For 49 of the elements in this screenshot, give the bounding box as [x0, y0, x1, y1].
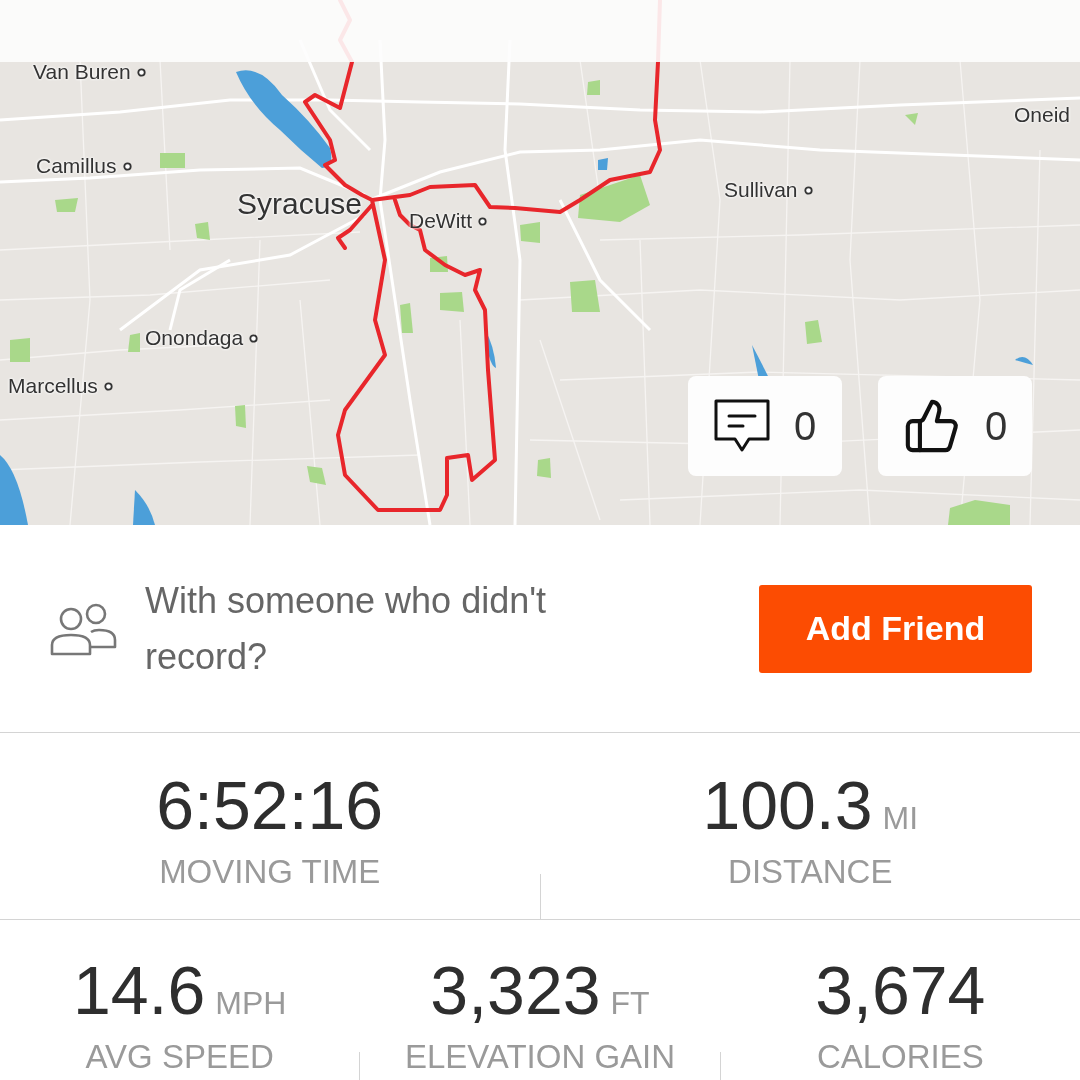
place-label: Camillus — [36, 153, 117, 179]
place-label: DeWitt — [409, 208, 472, 234]
lake-area — [1015, 357, 1033, 365]
park-area — [55, 198, 78, 212]
stat-value: 6:52:16 — [156, 771, 384, 839]
place-label: Van Buren — [33, 59, 131, 85]
lake-area — [133, 490, 155, 525]
stat-label: ELEVATION GAIN — [404, 1040, 676, 1074]
comments-button[interactable]: 0 — [688, 376, 842, 476]
place-label: Oneid — [1014, 102, 1071, 128]
comment-icon — [713, 399, 770, 453]
place-label: Onondaga — [145, 325, 244, 351]
lake-area — [598, 158, 608, 170]
place-label: Syracuse — [237, 186, 363, 222]
stat-label: CALORIES — [816, 1040, 984, 1074]
park-area — [400, 303, 413, 333]
kudos-button[interactable]: 0 — [878, 376, 1032, 476]
reaction-count: 0 — [793, 406, 817, 446]
park-area — [195, 222, 210, 240]
park-area — [905, 113, 918, 125]
stat-value: 3,674 — [815, 956, 986, 1024]
lake-area — [0, 455, 28, 525]
park-area — [160, 153, 185, 168]
place-label: Sullivan — [724, 177, 798, 203]
park-area — [440, 292, 464, 312]
park-area — [520, 222, 540, 243]
park-area — [10, 338, 30, 362]
stat-label: MOVING TIME — [159, 855, 381, 889]
stat-unit: MPH — [215, 987, 287, 1019]
people-icon — [50, 601, 117, 656]
stat-value: 14.6 — [72, 956, 206, 1024]
stat-value: 3,323 — [430, 956, 601, 1024]
park-area — [235, 405, 246, 428]
park-area — [307, 466, 326, 485]
park-area — [587, 80, 600, 95]
place-label: Marcellus — [8, 373, 98, 399]
park-area — [537, 458, 551, 478]
park-area — [578, 175, 650, 222]
reaction-count: 0 — [984, 406, 1008, 446]
park-area — [570, 280, 600, 312]
stat-label: AVG SPEED — [85, 1040, 274, 1074]
park-area — [948, 500, 1010, 525]
stat-unit: MI — [882, 802, 919, 834]
park-area — [128, 333, 140, 352]
invite-text: With someone who didn't record? — [145, 578, 548, 679]
stat-unit: FT — [610, 987, 650, 1019]
stat-value: 100.3 — [702, 771, 873, 839]
park-area — [805, 320, 822, 344]
stat-label: DISTANCE — [728, 855, 893, 889]
